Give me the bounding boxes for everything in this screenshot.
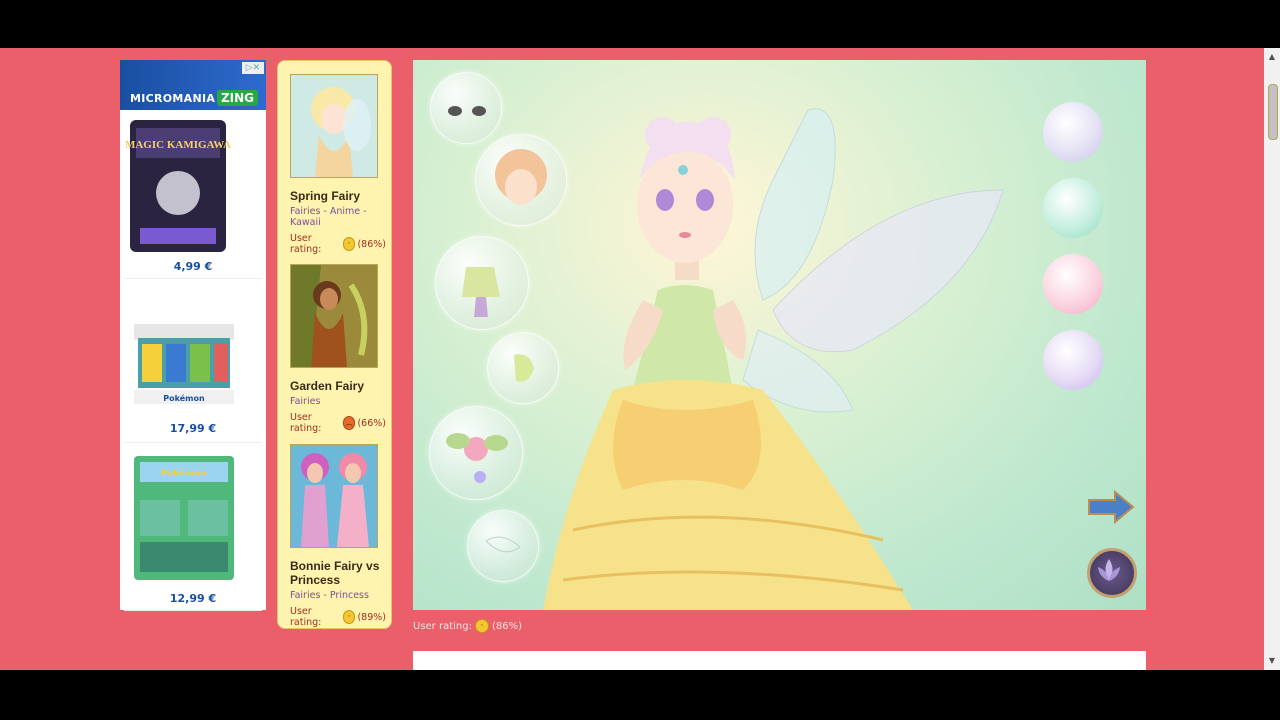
product-image: Pokémon bbox=[134, 456, 234, 580]
rating-label: User rating: bbox=[290, 233, 322, 255]
smile-icon: ᵕ bbox=[342, 610, 356, 624]
rating-value: (89%) bbox=[357, 611, 386, 623]
vertical-scrollbar[interactable]: ▲ ▼ bbox=[1264, 48, 1280, 670]
game-category: Fairies - Anime - Kawaii bbox=[290, 206, 367, 228]
rating-label: User rating: bbox=[413, 620, 472, 632]
flower-option-button[interactable] bbox=[429, 406, 523, 500]
eyes-icon bbox=[448, 106, 486, 116]
rating-label: User rating: bbox=[290, 412, 322, 434]
game-rating: User rating: ︵ (66%) bbox=[290, 412, 386, 434]
product-image: MAGIC KAMIGAWA bbox=[125, 120, 231, 252]
wings-menu-button[interactable] bbox=[1087, 548, 1137, 598]
ad-close-icon[interactable]: ▷✕ bbox=[242, 62, 264, 74]
ad-partner: ZING bbox=[216, 90, 258, 106]
eyes-option-button[interactable] bbox=[430, 72, 502, 144]
scroll-down-icon[interactable]: ▼ bbox=[1264, 654, 1280, 668]
game-rating: User rating: ᵕ (86%) bbox=[290, 233, 386, 255]
frown-icon: ︵ bbox=[342, 416, 356, 430]
game-thumbnail[interactable] bbox=[290, 74, 378, 178]
rating-value: (86%) bbox=[357, 238, 386, 250]
ad-header: ▷✕ MICROMANIA ZING bbox=[120, 60, 266, 110]
hair-icon bbox=[495, 149, 547, 205]
game-card[interactable]: Garden Fairy Fairies User rating: ︵ (66%… bbox=[290, 264, 386, 434]
game-canvas[interactable] bbox=[413, 60, 1146, 610]
ad-brand: MICROMANIA bbox=[130, 92, 216, 105]
sleeve-option-button[interactable] bbox=[487, 332, 559, 404]
advertisement[interactable]: ▷✕ MICROMANIA ZING MAGIC KAMIGAWA 4,99 € bbox=[120, 60, 266, 611]
game-card[interactable]: Bonnie Fairy vs Princess Fairies - Princ… bbox=[290, 444, 386, 628]
game-rating: User rating: ᵕ (89%) bbox=[290, 606, 386, 628]
wing-option-button[interactable] bbox=[467, 510, 539, 582]
color-swatch-pink[interactable] bbox=[1043, 254, 1103, 314]
hair-option-button[interactable] bbox=[475, 134, 567, 226]
smile-icon: ᵕ bbox=[474, 619, 489, 633]
product-price: 4,99 € bbox=[173, 260, 213, 273]
wing-icon bbox=[485, 536, 521, 553]
game-title[interactable]: Garden Fairy bbox=[290, 379, 386, 393]
product-image: Pokémon bbox=[134, 324, 234, 404]
ad-product[interactable]: Pokémon 12,99 € bbox=[124, 446, 262, 611]
game-title[interactable]: Bonnie Fairy vs Princess bbox=[290, 559, 386, 587]
next-arrow-button[interactable] bbox=[1087, 490, 1135, 524]
game-category: Fairies bbox=[290, 396, 321, 407]
game-thumbnail[interactable] bbox=[290, 444, 378, 548]
game-title[interactable]: Spring Fairy bbox=[290, 189, 386, 203]
rating-value: (66%) bbox=[357, 417, 386, 429]
top-icon bbox=[462, 267, 500, 317]
ad-product[interactable]: MAGIC KAMIGAWA 4,99 € bbox=[124, 114, 262, 279]
game-card[interactable]: Spring Fairy Fairies - Anime - Kawaii Us… bbox=[290, 74, 386, 255]
rating-label: User rating: bbox=[290, 606, 322, 628]
rating-value: (86%) bbox=[491, 620, 522, 632]
game-category: Fairies - Princess bbox=[290, 590, 369, 601]
ad-product[interactable]: Pokémon 17,99 € bbox=[124, 282, 262, 443]
sleeve-icon bbox=[514, 354, 534, 382]
flower-icon bbox=[446, 433, 508, 483]
color-swatch-lavender[interactable] bbox=[1043, 102, 1103, 162]
color-swatch-violet[interactable] bbox=[1043, 330, 1103, 390]
game-thumbnail[interactable] bbox=[290, 264, 378, 368]
product-label: Pokémon bbox=[161, 468, 208, 479]
smile-icon: ᵕ bbox=[342, 237, 356, 251]
wings-icon bbox=[1098, 559, 1120, 581]
game-rating: User rating: ᵕ (86%) bbox=[413, 619, 522, 633]
color-swatch-mint[interactable] bbox=[1043, 178, 1103, 238]
product-price: 12,99 € bbox=[169, 592, 217, 605]
scrollbar-thumb[interactable] bbox=[1268, 84, 1278, 140]
top-option-button[interactable] bbox=[435, 236, 529, 330]
product-label: MAGIC KAMIGAWA bbox=[125, 139, 231, 151]
scroll-up-icon[interactable]: ▲ bbox=[1264, 50, 1280, 64]
content-panel bbox=[413, 651, 1146, 670]
page: ▷✕ MICROMANIA ZING MAGIC KAMIGAWA 4,99 € bbox=[0, 48, 1264, 670]
related-games-list: Spring Fairy Fairies - Anime - Kawaii Us… bbox=[277, 60, 392, 629]
product-label: Pokémon bbox=[163, 393, 205, 403]
product-price: 17,99 € bbox=[169, 422, 217, 435]
